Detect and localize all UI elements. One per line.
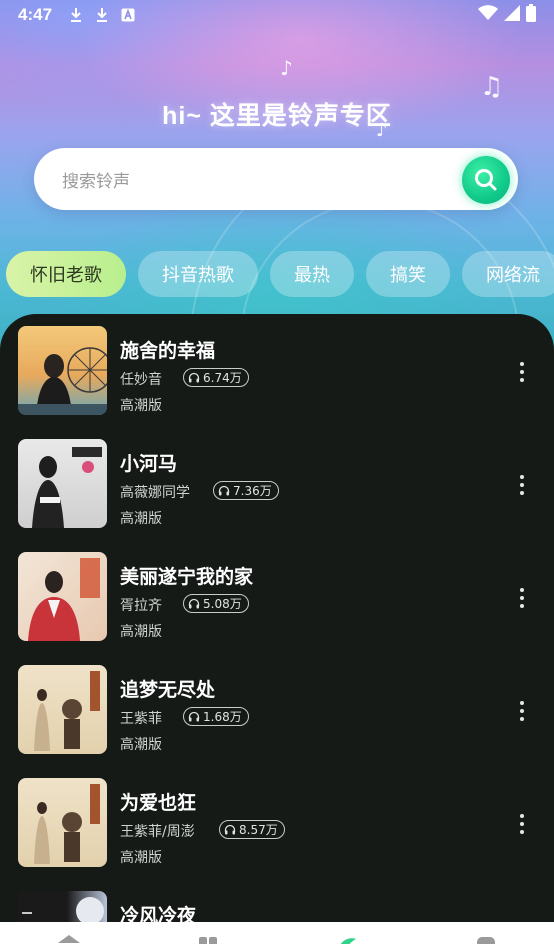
song-version: 高潮版 [120,511,162,527]
search-button[interactable] [462,156,510,204]
song-title: 追梦无尽处 [120,679,216,701]
status-bar: 4:47 [0,0,554,30]
list-item[interactable]: 为爱也狂 王紫菲/周澎 8.57万 高潮版 [0,766,554,867]
list-item[interactable]: 美丽遂宁我的家 胥拉齐 5.08万 高潮版 [0,540,554,641]
status-time: 4:47 [18,5,53,24]
category-tab-icon[interactable] [197,934,219,944]
more-vertical-icon[interactable] [512,812,532,836]
play-count: 8.57万 [239,823,278,837]
profile-tab-icon[interactable] [475,934,497,944]
headphones-icon [224,824,236,835]
play-count-badge: 7.36万 [213,481,279,500]
list-item[interactable]: 施舍的幸福 任妙音 6.74万 高潮版 [0,314,554,415]
song-artist: 胥拉齐 [120,598,162,614]
more-vertical-icon[interactable] [512,586,532,610]
more-vertical-icon[interactable] [512,360,532,384]
headphones-icon [218,485,230,496]
signal-icon [504,5,520,25]
song-version: 高潮版 [120,398,162,414]
headphones-icon [188,711,200,722]
album-cover [18,778,107,867]
song-artist: 任妙音 [120,372,162,388]
song-version: 高潮版 [120,850,162,866]
category-tab[interactable]: 网络流 [462,251,554,297]
song-list: 施舍的幸福 任妙音 6.74万 高潮版 小河马 高薇娜同学 7.36万 高潮版 [0,314,554,944]
song-title: 为爱也狂 [120,792,197,814]
song-version: 高潮版 [120,737,162,753]
headphones-icon [188,372,200,383]
list-item[interactable]: 追梦无尽处 王紫菲 1.68万 高潮版 [0,653,554,754]
song-artist: 王紫菲/周澎 [120,824,195,840]
category-tab[interactable]: 搞笑 [366,251,450,297]
search-bar[interactable]: 搜索铃声 [34,148,518,210]
category-tab[interactable]: 怀旧老歌 [6,251,126,297]
category-tab[interactable]: 最热 [270,251,354,297]
headphones-icon [188,598,200,609]
album-cover [18,552,107,641]
text-a-icon [120,7,136,23]
list-item[interactable]: 小河马 高薇娜同学 7.36万 高潮版 [0,427,554,528]
category-tab[interactable]: 抖音热歌 [138,251,258,297]
play-count: 5.08万 [203,597,242,611]
search-input[interactable]: 搜索铃声 [62,167,130,192]
play-count-badge: 5.08万 [183,594,249,613]
wifi-icon [478,5,498,25]
album-cover [18,665,107,754]
more-vertical-icon[interactable] [512,473,532,497]
ringtone-tab-icon[interactable] [336,934,358,944]
category-tabs: 怀旧老歌 抖音热歌 最热 搞笑 网络流 [6,251,554,297]
song-artist: 王紫菲 [120,711,162,727]
song-artist: 高薇娜同学 [120,485,190,501]
play-count: 1.68万 [203,710,242,724]
more-vertical-icon[interactable] [512,699,532,723]
song-version: 高潮版 [120,624,162,640]
search-icon [475,169,497,191]
home-tab-icon[interactable] [58,934,80,944]
play-count-badge: 8.57万 [219,820,285,839]
song-title: 施舍的幸福 [120,340,216,362]
song-title: 美丽遂宁我的家 [120,566,254,588]
play-count-badge: 6.74万 [183,368,249,387]
play-count-badge: 1.68万 [183,707,249,726]
hero-title: hi~ 这里是铃声专区 [162,102,392,130]
battery-icon [526,4,536,26]
download-icon [68,7,84,23]
music-note-icon: ♪ [280,56,293,80]
album-cover [18,439,107,528]
song-title: 小河马 [120,453,178,475]
play-count: 6.74万 [203,371,242,385]
bottom-tab-bar [0,922,554,944]
download-icon [94,7,110,23]
play-count: 7.36万 [233,484,272,498]
album-cover [18,326,107,415]
